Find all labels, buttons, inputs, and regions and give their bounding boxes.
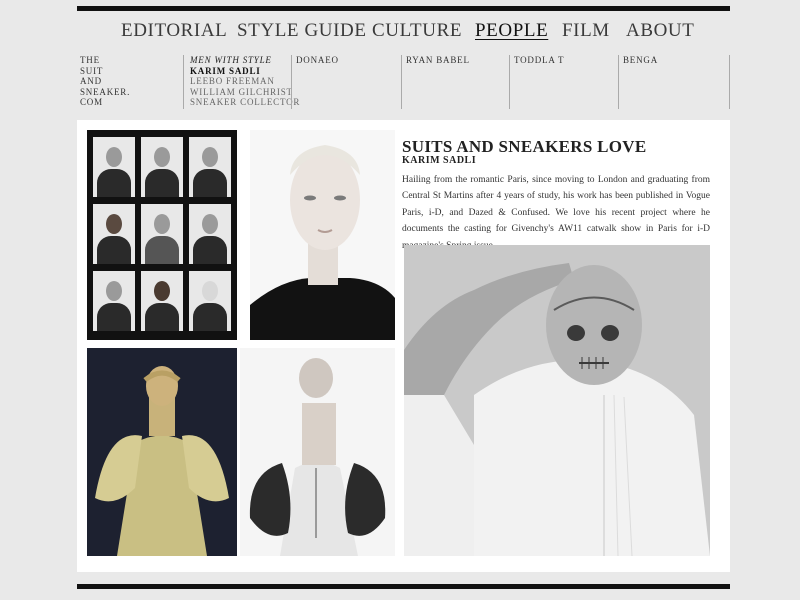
feature-illustration (404, 245, 710, 556)
casting-thumbnail (189, 137, 231, 197)
top-rule (77, 6, 730, 11)
subnav-col-toddla-t: TODDLA T (514, 55, 564, 109)
subnav-divider (291, 55, 292, 109)
logo-line: SNEAKER. (80, 86, 131, 97)
nav-people[interactable]: PEOPLE (475, 20, 548, 42)
article-subtitle: KARIM SADLI (402, 155, 477, 167)
logo-line: AND (80, 76, 102, 86)
casting-thumbnail (141, 271, 183, 331)
corset-illustration (240, 348, 395, 556)
subnav-col-ryan-babel: RYAN BABEL (406, 55, 470, 109)
casting-thumbnail (141, 137, 183, 197)
subnav-divider (401, 55, 402, 109)
main-nav: EDITORIAL STYLE GUIDE CULTURE PEOPLE FIL… (77, 20, 730, 46)
sub-nav: THE SUIT AND SNEAKER. COM MEN WITH STYLE… (77, 55, 730, 109)
subnav-item-william-gilchrist[interactable]: WILLIAM GILCHRIST (190, 87, 300, 98)
subnav-divider (729, 55, 730, 109)
subnav-item-benga[interactable]: BENGA (623, 55, 658, 66)
subnav-item-karim-sadli[interactable]: KARIM SADLI (190, 66, 300, 77)
subnav-col-donaeo: DONAEO (296, 55, 339, 109)
logo-line: THE (80, 55, 100, 65)
model-casting-grid-photo[interactable] (87, 130, 237, 340)
subnav-item-leebo-freeman[interactable]: LEEBO FREEMAN (190, 76, 300, 87)
nav-culture[interactable]: CULTURE (372, 20, 462, 42)
subnav-divider (183, 55, 184, 109)
casting-thumbnail (189, 271, 231, 331)
article-body: Hailing from the romantic Paris, since m… (402, 174, 710, 251)
article-content: SUITS AND SNEAKERS LOVE KARIM SADLI Hail… (77, 120, 730, 572)
subnav-item-ryan-babel[interactable]: RYAN BABEL (406, 55, 470, 66)
tattooed-skull-model-photo[interactable] (404, 245, 710, 556)
logo-line: COM (80, 97, 103, 107)
subnav-divider (509, 55, 510, 109)
subnav-divider (618, 55, 619, 109)
subnav-item-toddla-t[interactable]: TODDLA T (514, 55, 564, 66)
nav-film[interactable]: FILM (562, 20, 610, 42)
subnav-item-sneaker-collector[interactable]: SNEAKER COLLECTOR (190, 97, 300, 108)
casting-thumbnail (93, 271, 135, 331)
casting-thumbnail (93, 137, 135, 197)
nav-style-guide[interactable]: STYLE GUIDE (237, 20, 367, 42)
portrait-illustration (250, 130, 395, 340)
gold-gown-photo[interactable] (87, 348, 237, 556)
nav-editorial[interactable]: EDITORIAL (121, 20, 227, 42)
casting-thumbnail (141, 204, 183, 264)
logo-line: SUIT (80, 65, 104, 76)
subnav-item-donaeo[interactable]: DONAEO (296, 55, 339, 66)
gown-illustration (87, 348, 237, 556)
nav-about[interactable]: ABOUT (626, 20, 694, 42)
casting-thumbnail (189, 204, 231, 264)
bottom-rule (77, 584, 730, 589)
corset-dress-photo[interactable] (240, 348, 395, 556)
subnav-men-with-style: MEN WITH STYLE KARIM SADLI LEEBO FREEMAN… (190, 55, 300, 109)
casting-thumbnail (93, 204, 135, 264)
subnav-heading: MEN WITH STYLE (190, 55, 272, 65)
blond-model-portrait-photo[interactable] (250, 130, 395, 340)
subnav-col-benga: BENGA (623, 55, 658, 109)
site-logo[interactable]: THE SUIT AND SNEAKER. COM (80, 55, 130, 109)
